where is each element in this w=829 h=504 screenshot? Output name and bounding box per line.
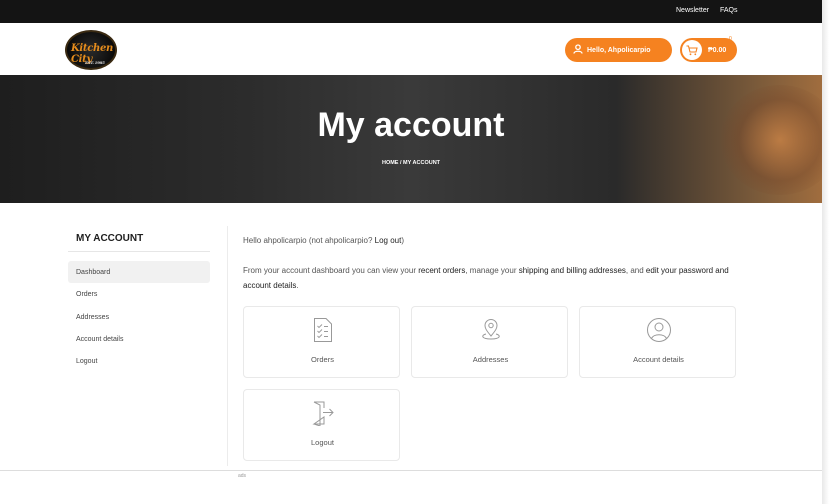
addresses-card[interactable]: Addresses <box>411 306 568 378</box>
orders-card-label: Orders <box>311 355 334 364</box>
sidebar-item-dashboard[interactable]: Dashboard <box>68 261 210 283</box>
sidebar-title: MY ACCOUNT <box>76 233 144 244</box>
newsletter-link[interactable]: Newsletter <box>676 7 709 14</box>
user-circle-icon <box>580 317 737 343</box>
sidebar-item-addresses[interactable]: Addresses <box>68 306 210 328</box>
intro-text-4: . <box>296 281 299 290</box>
user-icon <box>573 44 583 56</box>
intro-text-3: , and <box>625 266 646 275</box>
cart-total: ₱0.00 <box>708 46 727 54</box>
cart-count-badge: 0 <box>729 36 732 42</box>
sidebar-divider <box>68 251 210 252</box>
account-button[interactable]: Hello, Ahpolicarpio <box>565 38 672 62</box>
account-details-card[interactable]: Account details <box>579 306 736 378</box>
logout-card-label: Logout <box>311 438 334 447</box>
logo-est-text: EST. 1985 <box>85 60 105 65</box>
recent-orders-link[interactable]: recent orders <box>418 266 465 275</box>
sidebar-item-orders[interactable]: Orders <box>68 283 210 305</box>
location-pin-icon <box>412 317 569 343</box>
orders-icon <box>244 317 401 343</box>
account-details-card-label: Account details <box>633 355 684 364</box>
dashboard-intro: From your account dashboard you can view… <box>243 263 743 293</box>
logout-door-icon <box>244 400 401 426</box>
cart-icon <box>682 40 702 60</box>
intro-text-2: , manage your <box>465 266 519 275</box>
sidebar-item-logout[interactable]: Logout <box>68 350 210 372</box>
sidebar-item-account-details[interactable]: Account details <box>68 328 210 350</box>
footer-divider <box>0 470 822 471</box>
window-edge-shadow <box>822 0 829 504</box>
addresses-card-label: Addresses <box>472 355 509 364</box>
greeting-prefix: Hello ahpolicarpio (not ahpolicarpio? <box>243 236 375 245</box>
page-title: My account <box>317 106 505 144</box>
logout-link[interactable]: Log out <box>375 236 402 245</box>
top-bar: Newsletter FAQs <box>0 0 822 23</box>
account-button-label: Hello, Ahpolicarpio <box>587 46 651 54</box>
content-divider <box>227 226 228 466</box>
addresses-link[interactable]: shipping and billing addresses <box>519 266 626 275</box>
greeting-suffix: ) <box>401 236 405 245</box>
hero-banner: My account HOME / MY ACCOUNT <box>0 75 822 203</box>
faqs-link[interactable]: FAQs <box>720 7 738 14</box>
intro-text-1: From your account dashboard you can view… <box>243 266 419 275</box>
breadcrumb[interactable]: HOME / MY ACCOUNT <box>0 160 822 166</box>
logout-card[interactable]: Logout <box>243 389 400 461</box>
orders-card[interactable]: Orders <box>243 306 400 378</box>
greeting-text: Hello ahpolicarpio (not ahpolicarpio? Lo… <box>243 236 404 245</box>
site-logo[interactable]: Kitchen City EST. 1985 <box>65 30 117 70</box>
footer-text: ads <box>238 473 247 479</box>
